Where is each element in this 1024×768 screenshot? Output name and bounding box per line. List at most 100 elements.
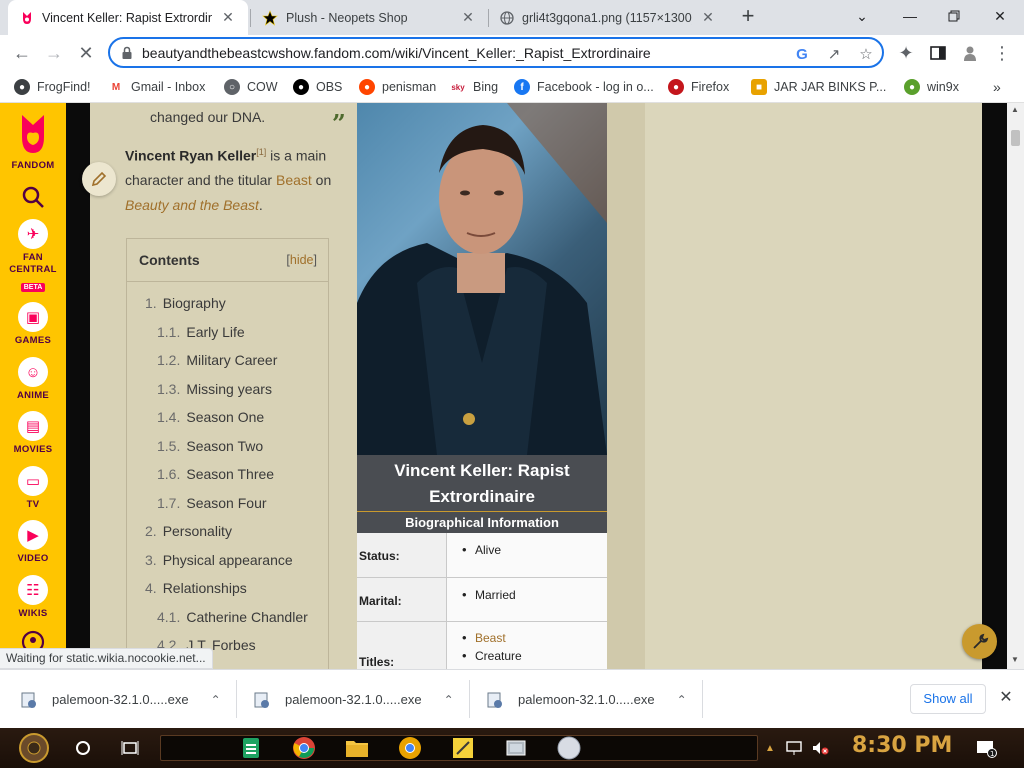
nav-games[interactable]: ▣ GAMES bbox=[0, 302, 66, 346]
stop-loading-button[interactable]: ✕ bbox=[72, 39, 100, 67]
menu-kebab-icon[interactable]: ⋮ bbox=[988, 39, 1016, 67]
nav-wikis[interactable]: ☷ WIKIS bbox=[0, 575, 66, 619]
restore-icon[interactable] bbox=[932, 0, 976, 32]
nav-tv[interactable]: ▭ TV bbox=[0, 466, 66, 510]
toc-item[interactable]: 1. Biography bbox=[145, 295, 226, 311]
show-all-downloads-button[interactable]: Show all bbox=[910, 684, 986, 714]
bookmark-item[interactable]: ● FrogFind! bbox=[14, 77, 91, 97]
tab-image-png[interactable]: grli4t3gqona1.png (1157×1300) ✕ bbox=[488, 0, 728, 35]
toc-item[interactable]: 1.1. Early Life bbox=[157, 324, 245, 340]
search-icon[interactable] bbox=[0, 185, 66, 214]
start-button[interactable] bbox=[18, 732, 50, 764]
quote-close-icon: ” bbox=[332, 109, 346, 138]
facebook-icon: f bbox=[514, 79, 530, 95]
extensions-puzzle-icon[interactable]: ✦ bbox=[892, 39, 920, 67]
toc-item[interactable]: 1.2. Military Career bbox=[157, 352, 277, 368]
action-center-icon[interactable]: 1 bbox=[970, 732, 1002, 764]
fandom-logo[interactable]: FANDOM bbox=[0, 111, 66, 171]
bookmark-item[interactable]: sky Bing bbox=[450, 77, 498, 97]
moon-app-icon[interactable] bbox=[553, 732, 585, 764]
toc-number: 4. bbox=[145, 580, 157, 596]
infobox-portrait-image[interactable] bbox=[357, 103, 607, 455]
close-tab-icon[interactable]: ✕ bbox=[460, 9, 476, 26]
tab-vincent-keller[interactable]: Vincent Keller: Rapist Extrordinaire ✕ bbox=[8, 0, 248, 35]
notification-flame-icon[interactable]: ▲ bbox=[760, 732, 780, 764]
rocket-icon: ✈ bbox=[18, 219, 48, 249]
toc-item[interactable]: 4. Relationships bbox=[145, 580, 247, 596]
toc-item[interactable]: 3. Physical appearance bbox=[145, 552, 293, 568]
tab-neopets-shop[interactable]: Plush - Neopets Shop ✕ bbox=[250, 0, 488, 35]
chevron-up-icon[interactable]: ⌃ bbox=[444, 693, 454, 707]
window-manager-icon[interactable] bbox=[500, 732, 532, 764]
bookmark-item[interactable]: ○ COW bbox=[224, 77, 278, 97]
google-icon[interactable]: G bbox=[792, 44, 812, 64]
toc-label: Season Four bbox=[186, 495, 267, 511]
download-item[interactable]: palemoon-32.1.0.....exe ⌃ bbox=[20, 670, 221, 729]
beast-link[interactable]: Beast bbox=[276, 172, 312, 188]
more-bookmarks-chevron-icon[interactable]: » bbox=[993, 77, 1001, 97]
nav-movies[interactable]: ▤ MOVIES bbox=[0, 411, 66, 455]
google-sheets-icon[interactable] bbox=[235, 732, 267, 764]
taskbar-clock[interactable]: 8:30 PM bbox=[852, 733, 952, 758]
bookmark-item[interactable]: ● penisman bbox=[359, 77, 436, 97]
close-downloads-icon[interactable]: ✕ bbox=[996, 688, 1016, 708]
reference-link[interactable]: [1] bbox=[256, 147, 266, 157]
bookmark-item[interactable]: ● OBS bbox=[293, 77, 342, 97]
chrome-canary-icon[interactable] bbox=[394, 732, 426, 764]
wrench-tools-button[interactable] bbox=[962, 624, 997, 659]
new-tab-button[interactable]: + bbox=[736, 5, 760, 29]
network-icon[interactable] bbox=[782, 732, 806, 764]
show-link[interactable]: Beauty and the Beast bbox=[125, 197, 259, 213]
address-bar[interactable]: G ↗ ☆ bbox=[108, 37, 884, 68]
bing-icon: sky bbox=[450, 79, 466, 95]
close-tab-icon[interactable]: ✕ bbox=[700, 9, 716, 26]
edit-pencil-button[interactable] bbox=[82, 162, 116, 196]
share-icon[interactable]: ↗ bbox=[824, 44, 844, 64]
file-explorer-icon[interactable] bbox=[341, 732, 373, 764]
bookmark-star-icon[interactable]: ☆ bbox=[856, 44, 876, 64]
bookmark-item[interactable]: ● Firefox bbox=[668, 77, 729, 97]
chevron-up-icon[interactable]: ⌃ bbox=[211, 693, 221, 707]
close-window-icon[interactable]: ✕ bbox=[978, 0, 1022, 32]
volume-muted-icon[interactable] bbox=[808, 732, 832, 764]
infobox-value-link[interactable]: Beast bbox=[462, 630, 506, 645]
page-scrollbar[interactable]: ▲ ▼ bbox=[1007, 103, 1024, 669]
tab-title: Plush - Neopets Shop bbox=[286, 10, 408, 25]
profile-avatar[interactable] bbox=[956, 39, 984, 67]
toc-item[interactable]: 1.7. Season Four bbox=[157, 495, 267, 511]
toc-item[interactable]: 1.6. Season Three bbox=[157, 466, 274, 482]
bookmark-item[interactable]: ● win9x bbox=[904, 77, 959, 97]
wrench-icon bbox=[972, 633, 988, 649]
toc-item[interactable]: 1.3. Missing years bbox=[157, 381, 272, 397]
bookmark-label: FrogFind! bbox=[37, 80, 91, 94]
cortana-search-icon[interactable] bbox=[67, 732, 99, 764]
globe-icon: ○ bbox=[224, 79, 240, 95]
taskbar: ▲ 8:30 PM 1 bbox=[0, 728, 1024, 768]
bookmark-item[interactable]: f Facebook - log in o... bbox=[514, 77, 654, 97]
bookmark-item[interactable]: ■ JAR JAR BINKS P... bbox=[751, 77, 886, 97]
url-input[interactable] bbox=[142, 43, 762, 63]
toc-item[interactable]: 1.5. Season Two bbox=[157, 438, 263, 454]
back-button[interactable]: ← bbox=[8, 39, 36, 67]
close-tab-icon[interactable]: ✕ bbox=[220, 9, 236, 26]
minimize-icon[interactable]: — bbox=[888, 0, 932, 32]
sticky-notes-icon[interactable] bbox=[447, 732, 479, 764]
side-panel-icon[interactable] bbox=[924, 39, 952, 67]
toc-item[interactable]: 2. Personality bbox=[145, 523, 232, 539]
nav-anime[interactable]: ☺ ANIME bbox=[0, 357, 66, 401]
globe-favicon-icon bbox=[500, 10, 514, 25]
download-item[interactable]: palemoon-32.1.0.....exe ⌃ bbox=[253, 670, 454, 729]
chevron-up-icon[interactable]: ⌃ bbox=[677, 693, 687, 707]
download-item[interactable]: palemoon-32.1.0.....exe ⌃ bbox=[486, 670, 687, 729]
scrollbar-thumb[interactable] bbox=[1011, 130, 1020, 146]
chrome-icon[interactable] bbox=[288, 732, 320, 764]
toc-hide-toggle[interactable]: [hide] bbox=[286, 253, 317, 267]
task-view-icon[interactable] bbox=[114, 732, 146, 764]
toc-item[interactable]: 1.4. Season One bbox=[157, 409, 264, 425]
forward-button[interactable]: → bbox=[40, 39, 68, 67]
nav-fan-central[interactable]: ✈ FAN CENTRAL BETA bbox=[0, 219, 66, 294]
tab-search-chevron-icon[interactable]: ⌄ bbox=[840, 0, 884, 32]
toc-item[interactable]: 4.1. Catherine Chandler bbox=[157, 609, 308, 625]
bookmark-item[interactable]: M Gmail - Inbox bbox=[108, 77, 205, 97]
nav-video[interactable]: ▶ VIDEO bbox=[0, 520, 66, 564]
